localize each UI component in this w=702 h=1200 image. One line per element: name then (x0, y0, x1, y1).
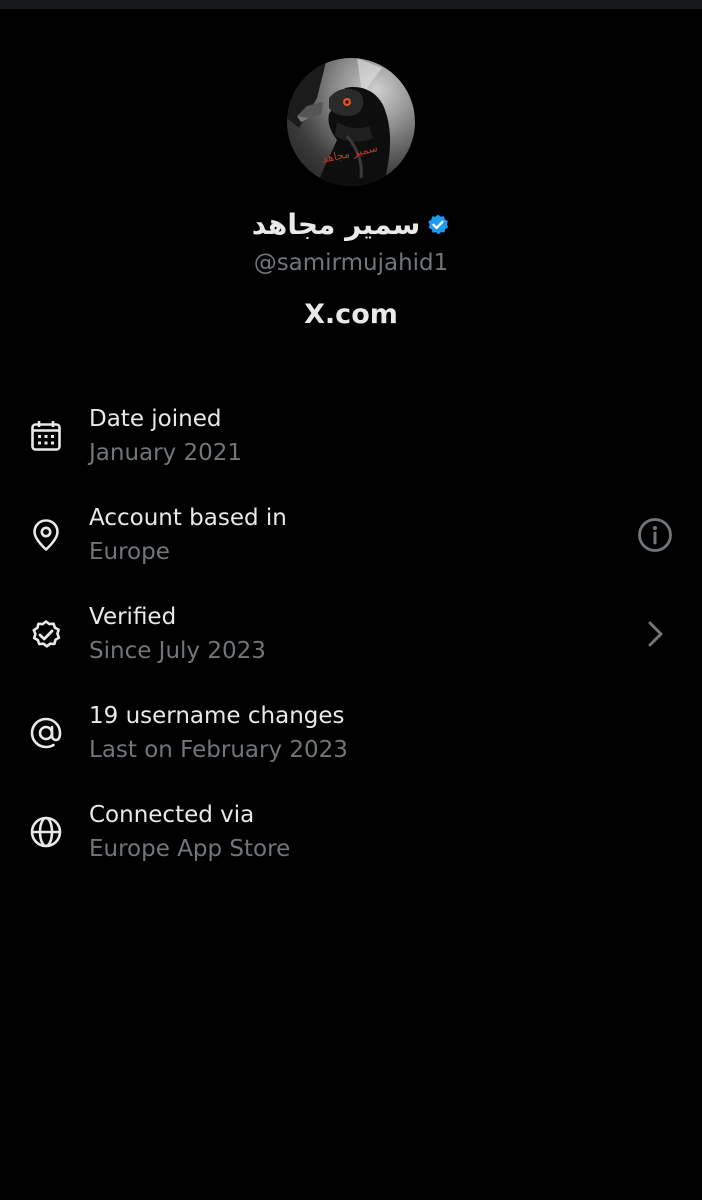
info-row-subtitle: Last on February 2023 (89, 737, 348, 763)
verified-badge-icon[interactable] (426, 213, 450, 237)
info-row-subtitle: Europe (89, 539, 170, 565)
info-row-subtitle: Since July 2023 (89, 638, 266, 664)
info-row-connected-via: Connected via Europe App Store (0, 792, 702, 891)
info-row-subtitle: January 2021 (89, 440, 243, 466)
profile-name-row: سمير مجاهد (0, 205, 702, 245)
top-status-strip (0, 0, 702, 9)
at-sign-icon (30, 717, 62, 749)
calendar-icon (31, 421, 61, 451)
info-row-username-changes: 19 username changes Last on February 202… (0, 693, 702, 792)
info-row-title: 19 username changes (89, 703, 345, 729)
info-row-title: Date joined (89, 406, 222, 432)
info-row-verified[interactable]: Verified Since July 2023 (0, 594, 702, 693)
site-label: X.com (304, 299, 398, 330)
info-row-title: Connected via (89, 802, 255, 828)
display-name: سمير مجاهد (251, 208, 421, 241)
info-row-text: Account based in Europe (89, 501, 287, 569)
info-row-title: Account based in (89, 505, 287, 531)
chevron-right-icon[interactable] (636, 615, 674, 653)
info-row-text: Date joined January 2021 (89, 402, 242, 470)
verified-check-icon (32, 620, 61, 648)
info-row-title: Verified (89, 604, 177, 630)
info-row-text: Verified Since July 2023 (89, 600, 266, 668)
info-icon[interactable] (636, 516, 674, 554)
info-row-text: Connected via Europe App Store (89, 798, 290, 866)
globe-icon (30, 816, 62, 848)
location-pin-icon (33, 519, 59, 551)
info-row-subtitle: Europe App Store (89, 836, 291, 862)
info-row-account-based-in: Account based in Europe (0, 495, 702, 594)
profile-handle: @samirmujahid1 (253, 250, 449, 276)
avatar[interactable]: سمير مجاهد (287, 58, 415, 186)
eagle-avatar-image (287, 58, 391, 186)
info-row-text: 19 username changes Last on February 202… (89, 699, 348, 767)
info-row-date-joined: Date joined January 2021 (0, 396, 702, 495)
account-info-list: Date joined January 2021 Account based i… (0, 396, 702, 891)
